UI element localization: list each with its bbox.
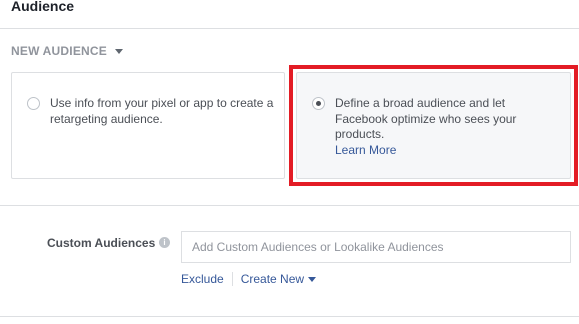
option-broad-audience-text: Define a broad audience and let Facebook…	[335, 96, 517, 141]
option-retargeting-card[interactable]: Use info from your pixel or app to creat…	[11, 72, 285, 179]
custom-audiences-input[interactable]	[181, 231, 571, 263]
learn-more-link[interactable]: Learn More	[335, 143, 555, 159]
custom-audience-actions: Exclude Create New	[181, 272, 317, 286]
info-icon[interactable]: i	[159, 237, 170, 248]
exclude-link[interactable]: Exclude	[181, 272, 224, 286]
option-broad-audience-card[interactable]: Define a broad audience and let Facebook…	[296, 72, 571, 179]
divider	[0, 205, 579, 206]
radio-selected-dot	[316, 101, 321, 106]
radio-icon[interactable]	[27, 97, 40, 110]
divider	[0, 316, 579, 317]
action-separator	[231, 272, 233, 286]
create-new-link[interactable]: Create New	[241, 272, 304, 286]
divider	[0, 28, 579, 29]
caret-down-icon	[114, 49, 123, 54]
new-audience-label: NEW AUDIENCE	[11, 44, 107, 58]
option-broad-audience-content: Define a broad audience and let Facebook…	[335, 96, 555, 158]
section-title: Audience	[11, 0, 75, 14]
custom-audiences-label: Custom Audiences	[47, 236, 156, 250]
radio-icon[interactable]	[312, 97, 325, 110]
caret-down-icon[interactable]	[308, 277, 317, 282]
new-audience-dropdown[interactable]: NEW AUDIENCE	[11, 44, 123, 58]
option-retargeting-text: Use info from your pixel or app to creat…	[50, 96, 274, 126]
